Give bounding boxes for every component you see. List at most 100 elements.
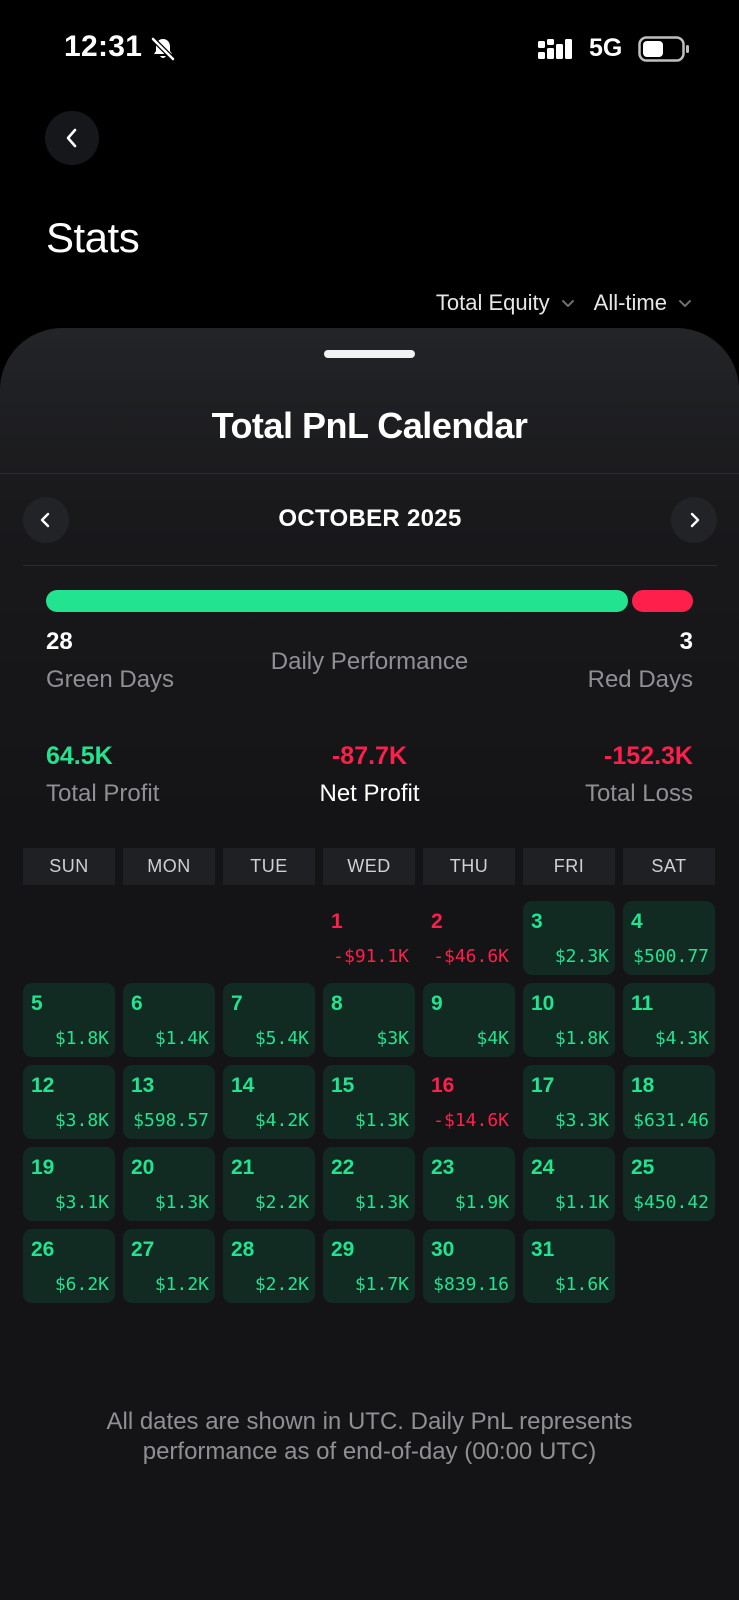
- signal-icon: [538, 38, 578, 67]
- day-number: 13: [131, 1074, 155, 1097]
- network-type: 5G: [589, 34, 623, 62]
- day-number: 18: [631, 1074, 655, 1097]
- red-days-label: Red Days: [587, 666, 693, 693]
- day-number: 10: [531, 992, 555, 1015]
- day-pnl-value: $1.3K: [154, 1192, 209, 1213]
- day-pnl-value: $839.16: [433, 1274, 509, 1295]
- calendar-day-cell[interactable]: 7 $5.4K: [223, 983, 315, 1057]
- bell-slash-icon: [150, 36, 176, 67]
- day-pnl-value: $1.3K: [354, 1192, 409, 1213]
- day-pnl-value: $1.9K: [454, 1192, 509, 1213]
- weekday-thu: THU: [423, 848, 515, 885]
- calendar-day-cell[interactable]: 20 $1.3K: [123, 1147, 215, 1221]
- next-month-button[interactable]: [671, 497, 717, 543]
- day-pnl-value: $1.8K: [554, 1028, 609, 1049]
- utc-footnote: All dates are shown in UTC. Daily PnL re…: [106, 1408, 633, 1465]
- day-number: 5: [31, 992, 43, 1015]
- day-pnl-value: $4.3K: [654, 1028, 709, 1049]
- sheet-title: Total PnL Calendar: [211, 405, 528, 446]
- filters: Total Equity All-time: [436, 290, 693, 316]
- weekday-fri: FRI: [523, 848, 615, 885]
- equity-filter-dropdown[interactable]: Total Equity: [436, 290, 576, 316]
- weekday-sat: SAT: [623, 848, 715, 885]
- chevron-right-icon: [690, 512, 700, 528]
- calendar-day-cell[interactable]: 28 $2.2K: [223, 1229, 315, 1303]
- divider: [23, 565, 717, 566]
- weekday-header: SUN MON TUE WED THU FRI SAT: [23, 848, 715, 885]
- day-pnl-value: $1.6K: [554, 1274, 609, 1295]
- day-pnl-value: $1.8K: [54, 1028, 109, 1049]
- calendar-day-cell[interactable]: 5 $1.8K: [23, 983, 115, 1057]
- back-button[interactable]: [45, 111, 99, 165]
- calendar-day-cell[interactable]: 27 $1.2K: [123, 1229, 215, 1303]
- month-navigation: OCTOBER 2025: [23, 497, 717, 543]
- day-pnl-value: $3.1K: [54, 1192, 109, 1213]
- day-pnl-value: $6.2K: [54, 1274, 109, 1295]
- day-number: 15: [331, 1074, 355, 1097]
- calendar-day-cell[interactable]: 29 $1.7K: [323, 1229, 415, 1303]
- day-pnl-value: $1.2K: [154, 1274, 209, 1295]
- battery-icon: [638, 36, 690, 67]
- day-number: 4: [631, 910, 643, 933]
- day-pnl-value: $5.4K: [254, 1028, 309, 1049]
- day-number: 17: [531, 1074, 555, 1097]
- day-pnl-value: $500.77: [633, 946, 709, 967]
- calendar-day-cell[interactable]: 30 $839.16: [423, 1229, 515, 1303]
- calendar-day-cell[interactable]: 12 $3.8K: [23, 1065, 115, 1139]
- status-bar: 12:31 5G: [0, 0, 739, 100]
- day-number: 29: [331, 1238, 355, 1261]
- calendar-day-cell[interactable]: 8 $3K: [323, 983, 415, 1057]
- calendar-day-cell[interactable]: 21 $2.2K: [223, 1147, 315, 1221]
- equity-filter-label: Total Equity: [435, 290, 550, 315]
- day-number: 22: [331, 1156, 355, 1179]
- red-days-segment: [632, 590, 693, 612]
- day-pnl-value: $1.7K: [354, 1274, 409, 1295]
- day-number: 2: [431, 910, 443, 933]
- day-number: 16: [431, 1074, 455, 1097]
- month-label: OCTOBER 2025: [278, 505, 462, 532]
- calendar-day-cell[interactable]: 9 $4K: [423, 983, 515, 1057]
- calendar-day-cell[interactable]: 6 $1.4K: [123, 983, 215, 1057]
- day-pnl-value: $4.2K: [254, 1110, 309, 1131]
- calendar-day-cell[interactable]: 16 -$14.6K: [423, 1065, 515, 1139]
- calendar-day-cell[interactable]: 4 $500.77: [623, 901, 715, 975]
- calendar-day-cell[interactable]: 13 $598.57: [123, 1065, 215, 1139]
- calendar-day-cell[interactable]: 15 $1.3K: [323, 1065, 415, 1139]
- calendar-day-cell[interactable]: 31 $1.6K: [523, 1229, 615, 1303]
- day-pnl-value: $4K: [476, 1028, 509, 1049]
- calendar-day-cell[interactable]: 18 $631.46: [623, 1065, 715, 1139]
- weekday-mon: MON: [123, 848, 215, 885]
- divider: [0, 473, 739, 474]
- day-pnl-value: $2.3K: [554, 946, 609, 967]
- calendar-day-cell[interactable]: 24 $1.1K: [523, 1147, 615, 1221]
- daily-performance-bar: [46, 590, 693, 612]
- calendar-day-cell[interactable]: 17 $3.3K: [523, 1065, 615, 1139]
- calendar-day-cell[interactable]: 1 -$91.1K: [323, 901, 415, 975]
- day-number: 24: [531, 1156, 555, 1179]
- calendar-day-cell[interactable]: 10 $1.8K: [523, 983, 615, 1057]
- day-number: 9: [431, 992, 443, 1015]
- range-filter-label: All-time: [593, 290, 667, 315]
- day-number: 20: [131, 1156, 155, 1179]
- day-pnl-value: $1.4K: [154, 1028, 209, 1049]
- day-number: 19: [31, 1156, 55, 1179]
- day-number: 27: [131, 1238, 155, 1261]
- calendar-day-cell[interactable]: 25 $450.42: [623, 1147, 715, 1221]
- total-loss-label: Total Loss: [584, 780, 693, 807]
- calendar-grid: 1 -$91.1K 2 -$46.6K 3 $2.3K 4 $500.77 5 $1.8K 6 $1.…: [23, 901, 715, 1303]
- day-number: 23: [431, 1156, 455, 1179]
- calendar-day-cell[interactable]: 19 $3.1K: [23, 1147, 115, 1221]
- day-pnl-value: $450.42: [633, 1192, 709, 1213]
- day-number: 21: [231, 1156, 255, 1179]
- sheet-grabber[interactable]: [324, 350, 415, 358]
- range-filter-dropdown[interactable]: All-time: [594, 290, 693, 316]
- calendar-day-cell[interactable]: 2 -$46.6K: [423, 901, 515, 975]
- calendar-day-cell[interactable]: 23 $1.9K: [423, 1147, 515, 1221]
- calendar-day-cell[interactable]: 3 $2.3K: [523, 901, 615, 975]
- calendar-day-cell[interactable]: 26 $6.2K: [23, 1229, 115, 1303]
- calendar-day-cell[interactable]: 14 $4.2K: [223, 1065, 315, 1139]
- calendar-day-cell[interactable]: 22 $1.3K: [323, 1147, 415, 1221]
- day-number: 6: [131, 992, 143, 1015]
- calendar-day-cell[interactable]: 11 $4.3K: [623, 983, 715, 1057]
- red-days-count: 3: [679, 628, 693, 655]
